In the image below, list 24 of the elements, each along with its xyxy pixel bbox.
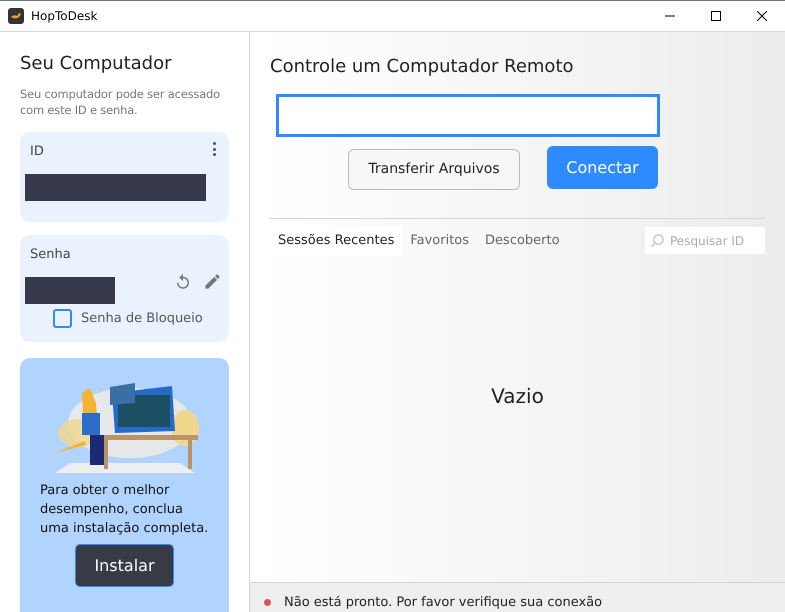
close-icon[interactable] <box>757 11 767 21</box>
search-icon <box>650 233 665 248</box>
id-label: ID <box>30 143 44 161</box>
checkbox-label: Senha de Bloqueio <box>81 310 203 328</box>
status-message: Não está pronto. Por favor verifique sua conexão <box>284 594 602 612</box>
sidebar-title: Seu Computador <box>20 52 173 76</box>
main-title: Controle um Computador Remoto <box>270 55 575 79</box>
install-message: Para obter o melhor desempenho, conclua uma instalação completa. <box>40 482 209 538</box>
password-label: Senha <box>30 246 72 264</box>
tab[interactable]: Descoberto <box>477 226 568 256</box>
sidebar-description: Seu computador pode ser acessado com este ID e senha. <box>20 86 221 118</box>
tab[interactable]: Favoritos <box>402 226 478 256</box>
refresh-icon[interactable] <box>174 273 192 291</box>
transfer-files-button[interactable]: Transferir Arquivos <box>348 149 520 190</box>
edit-icon[interactable] <box>203 272 222 291</box>
window-title: HopToDesk <box>31 8 98 25</box>
search-field[interactable]: Pesquisar ID <box>645 227 765 254</box>
app-logo-icon <box>8 8 24 24</box>
empty-message: Vazio <box>491 383 544 410</box>
remote-id-field[interactable] <box>276 94 660 137</box>
maximize-icon[interactable] <box>711 11 721 21</box>
lock-checkbox[interactable] <box>53 308 72 328</box>
more-options-icon[interactable] <box>213 142 217 156</box>
install-button[interactable]: Instalar <box>75 544 174 587</box>
